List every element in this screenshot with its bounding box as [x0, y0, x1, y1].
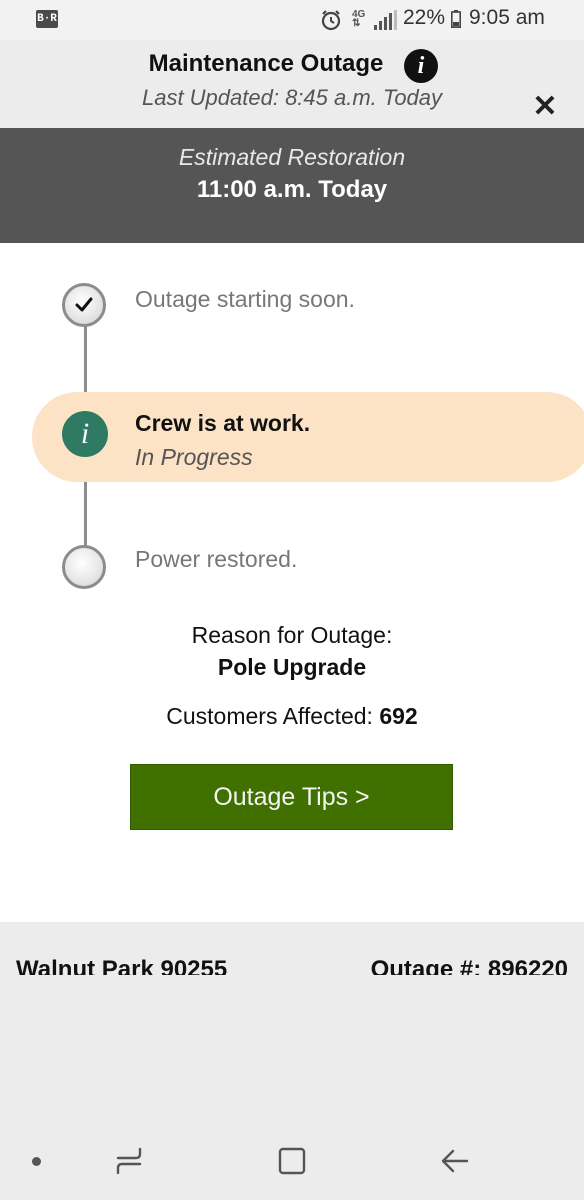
restoration-banner: Estimated Restoration 11:00 a.m. Today [0, 128, 584, 243]
signal-strength-icon [374, 10, 397, 30]
reason-label: Reason for Outage: [191, 622, 393, 648]
outage-header: Maintenance Outage Last Updated: 8:45 a.… [0, 40, 584, 128]
step-completed-icon [62, 283, 106, 327]
current-step: i Crew is at work. In Progress [32, 392, 584, 482]
info-icon: i [62, 411, 108, 457]
clock: 9:05 am [469, 6, 545, 29]
footer-body [0, 975, 584, 1122]
step-status: In Progress [135, 444, 253, 470]
home-icon[interactable] [277, 1146, 307, 1176]
footer-panel: Walnut Park 90255 Outage #: 896220 [0, 922, 584, 1122]
customers-affected: Customers Affected: 692 [0, 703, 584, 730]
nav-dot-icon[interactable] [32, 1157, 41, 1166]
customers-count: 692 [379, 703, 418, 729]
last-updated: Last Updated: 8:45 a.m. Today [141, 85, 443, 110]
battery-icon [451, 10, 461, 28]
restoration-time: 11:00 a.m. Today [196, 176, 388, 203]
timeline-connector [84, 325, 87, 395]
step-label-starting: Outage starting soon. [135, 286, 355, 312]
back-icon[interactable] [440, 1146, 470, 1176]
reason-value: Pole Upgrade [217, 654, 367, 680]
timeline-connector [84, 480, 87, 548]
step-label-crew: Crew is at work. [135, 410, 311, 436]
alarm-icon [321, 10, 341, 31]
battery-percentage: 22% [403, 6, 446, 29]
app-badge-icon: B·R [36, 10, 58, 28]
outage-tips-button[interactable]: Outage Tips > [130, 764, 453, 830]
close-icon[interactable]: ✕ [530, 92, 560, 122]
system-nav-bar [0, 1122, 584, 1200]
status-bar: B·R 4G ⇅ 22% 9:05 am [0, 0, 584, 40]
step-label-restored: Power restored. [135, 546, 298, 572]
checkmark-icon [75, 297, 93, 312]
restoration-label: Estimated Restoration [178, 144, 406, 170]
step-pending-icon [62, 545, 106, 589]
page-title: Maintenance Outage [148, 50, 384, 77]
network-type-icon: 4G ⇅ [352, 9, 366, 29]
customers-label: Customers Affected: [166, 703, 380, 729]
info-icon[interactable]: i [404, 49, 438, 83]
recent-apps-icon[interactable] [114, 1146, 144, 1176]
